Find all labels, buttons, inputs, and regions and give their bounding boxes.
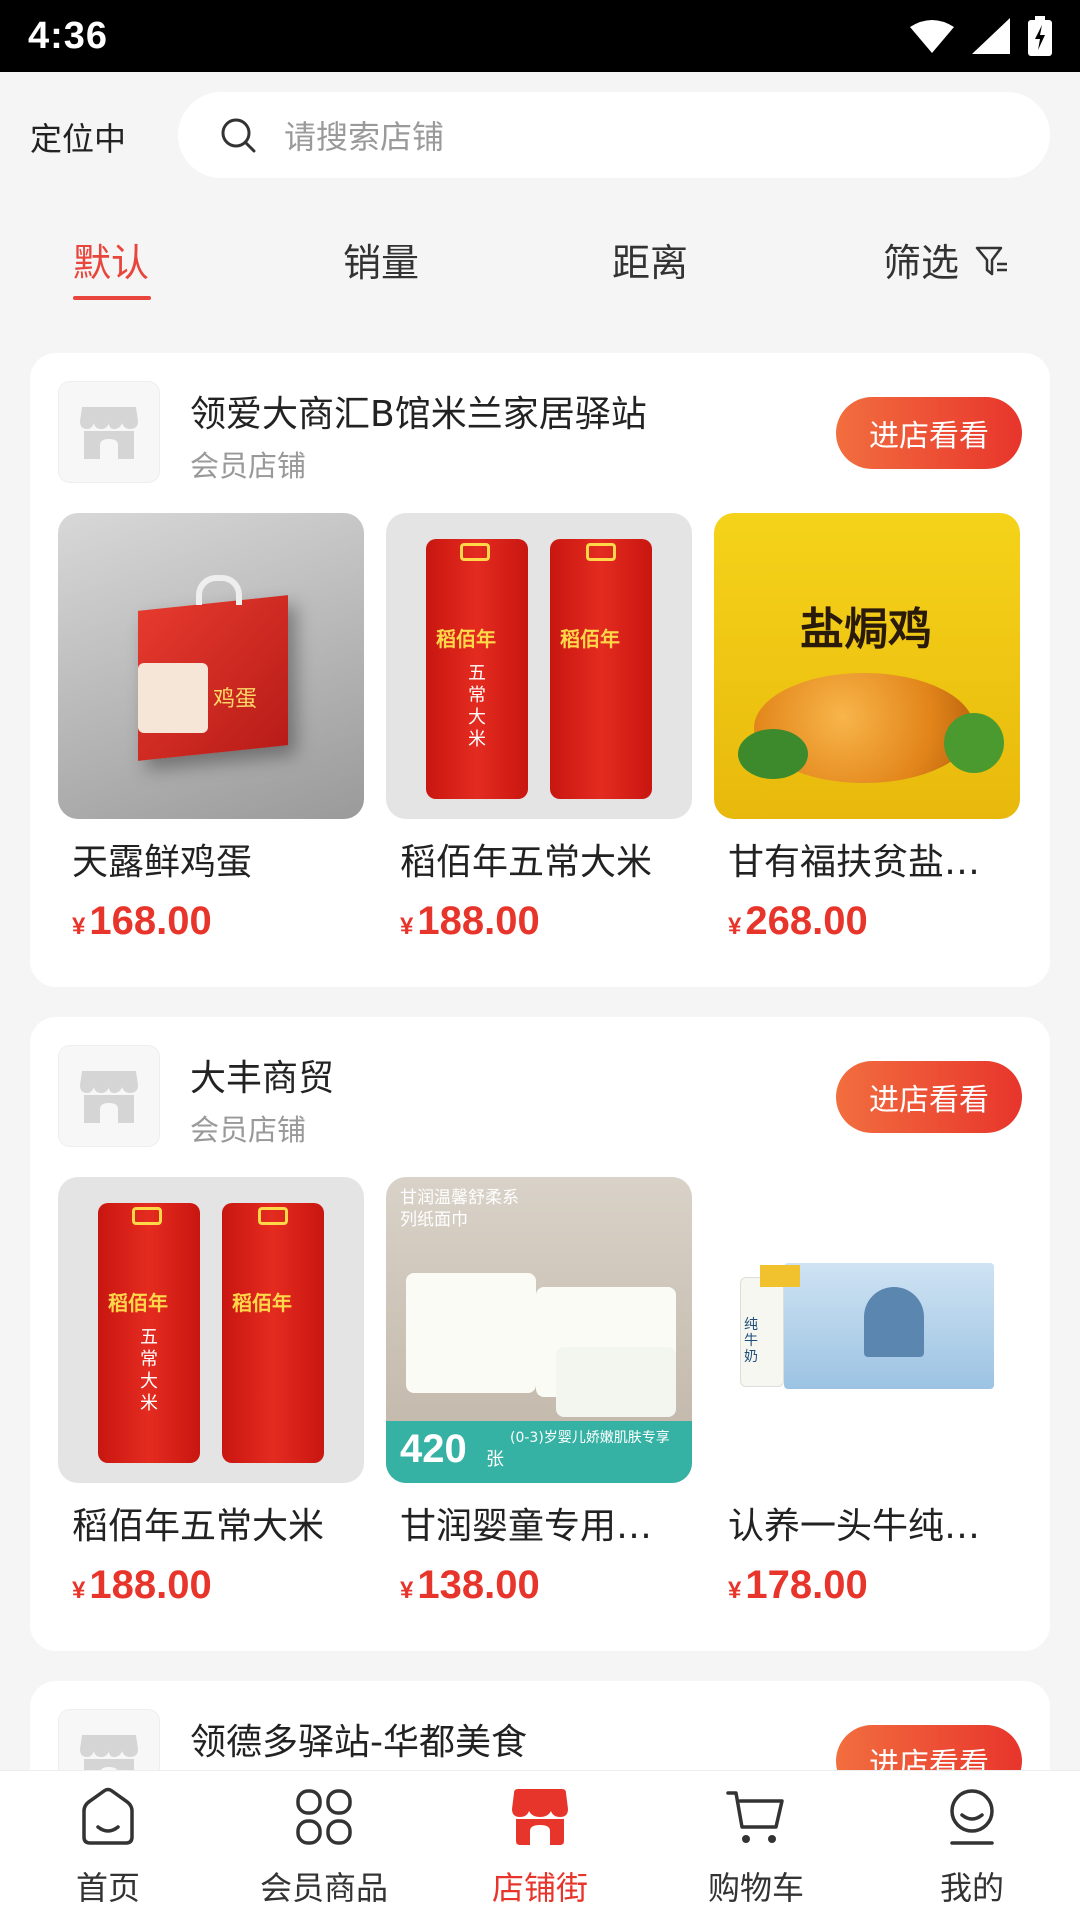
store-card: 大丰商贸 会员店铺 进店看看 稻佰年 稻佰年 五常大米 稻佰年五常大米 ¥188… [30,1017,1050,1651]
egg-box-text: 鸡蛋 [213,687,258,712]
product-card[interactable]: 鸡蛋 天露鲜鸡蛋 ¥168.00 [58,513,364,944]
active-tab-underline [73,296,151,300]
product-name: 稻佰年五常大米 [400,842,653,883]
tissue-count-text: 420 [400,1427,467,1471]
store-icon [80,1071,138,1123]
product-image: 纯牛奶 [714,1177,1020,1483]
store-name: 领爱大商汇B馆米兰家居驿站 [190,394,647,435]
rice-brand-text: 稻佰年 [232,1291,292,1315]
profile-icon [950,1789,994,1845]
store-type: 会员店铺 [190,449,307,483]
product-price: ¥138.00 [400,1563,540,1607]
nav-label: 店铺街 [491,1869,588,1907]
tab-filter[interactable]: 筛选 [883,232,959,287]
store-icon [512,1789,568,1845]
product-name: 认养一头牛纯牛奶 [728,1506,1014,1547]
product-image: 甘润温馨舒柔系列纸面巾 420 张 (0-3)岁婴儿娇嫩肌肤专享 [386,1177,692,1483]
store-name: 大丰商贸 [190,1058,335,1099]
nav-label: 购物车 [707,1869,804,1907]
rice-brand-text: 稻佰年 [108,1291,168,1315]
product-name: 稻佰年五常大米 [72,1506,325,1547]
status-bar: 4:36 [0,0,1080,72]
tab-sales[interactable]: 销量 [343,232,419,287]
nav-label: 首页 [75,1869,140,1907]
grid-icon [296,1789,352,1845]
product-price: ¥188.00 [400,899,540,943]
product-card[interactable]: 稻佰年 稻佰年 五常大米 稻佰年五常大米 ¥188.00 [386,513,692,944]
product-image: 鸡蛋 [58,513,364,819]
rice-brand-text: 稻佰年 [560,627,620,651]
nav-item-cart[interactable]: 购物车 [648,1771,864,1920]
tissue-note-text: (0-3)岁婴儿娇嫩肌肤专享 [510,1430,670,1446]
home-icon [82,1787,134,1845]
store-name: 领德多驿站-华都美食 [190,1722,527,1763]
enter-store-button[interactable]: 进店看看 [836,1061,1022,1133]
store-logo[interactable] [58,1045,160,1147]
wifi-icon [910,20,954,53]
nav-label: 我的 [939,1869,1004,1907]
nav-item-store-street[interactable]: 店铺街 [432,1771,648,1920]
product-image: 稻佰年 稻佰年 五常大米 [386,513,692,819]
status-time: 4:36 [28,14,109,57]
product-name: 甘润婴童专用纸面巾 [400,1506,686,1547]
search-icon [221,118,256,153]
tissue-title-text: 甘润温馨舒柔系列纸面巾 [400,1188,519,1230]
enter-store-button[interactable]: 进店看看 [836,397,1022,469]
milk-label-text: 纯牛奶 [744,1317,758,1365]
bottom-nav: 首页 会员商品 店铺街 购物车 我的 [0,1770,1080,1920]
chicken-title-text: 盐焗鸡 [800,604,932,655]
tab-distance[interactable]: 距离 [612,232,688,287]
product-price: ¥178.00 [728,1563,868,1607]
filter-icon[interactable] [975,244,1009,278]
store-icon [80,407,138,459]
cart-icon [726,1791,784,1843]
nav-item-home[interactable]: 首页 [0,1771,216,1920]
search-placeholder: 请搜索店铺 [284,118,445,156]
rice-type-text: 五常大米 [140,1327,158,1414]
store-card: 领爱大商汇B馆米兰家居驿站 会员店铺 进店看看 鸡蛋 天露鲜鸡蛋 ¥168.00… [30,353,1050,987]
product-name: 天露鲜鸡蛋 [72,842,253,883]
product-card[interactable]: 盐焗鸡 甘有福扶贫盐焗鸡 ¥268.00 [714,513,1020,944]
store-logo[interactable] [58,381,160,483]
rice-type-text: 五常大米 [468,663,486,750]
product-card[interactable]: 纯牛奶 认养一头牛纯牛奶 ¥178.00 [714,1177,1020,1608]
signal-icon [972,18,1010,54]
battery-icon [1028,16,1052,56]
product-price: ¥188.00 [72,1563,212,1607]
status-icons [910,16,1052,56]
header: 定位中 请搜索店铺 [0,72,1080,196]
nav-item-member-products[interactable]: 会员商品 [216,1771,432,1920]
product-image: 稻佰年 稻佰年 五常大米 [58,1177,364,1483]
nav-label: 会员商品 [259,1869,388,1907]
product-card[interactable]: 稻佰年 稻佰年 五常大米 稻佰年五常大米 ¥188.00 [58,1177,364,1608]
location-label[interactable]: 定位中 [30,114,126,160]
tissue-unit-text: 张 [486,1449,504,1470]
product-price: ¥268.00 [728,899,868,943]
tab-default[interactable]: 默认 [73,232,149,287]
store-type: 会员店铺 [190,1113,307,1147]
nav-item-profile[interactable]: 我的 [864,1771,1080,1920]
rice-brand-text: 稻佰年 [436,627,496,651]
product-image: 盐焗鸡 [714,513,1020,819]
product-card[interactable]: 甘润温馨舒柔系列纸面巾 420 张 (0-3)岁婴儿娇嫩肌肤专享 甘润婴童专用纸… [386,1177,692,1608]
product-name: 甘有福扶贫盐焗鸡 [728,842,1014,883]
search-input[interactable]: 请搜索店铺 [178,92,1050,178]
sort-tabs: 默认 销量 距离 筛选 [0,220,1080,310]
product-price: ¥168.00 [72,899,212,943]
